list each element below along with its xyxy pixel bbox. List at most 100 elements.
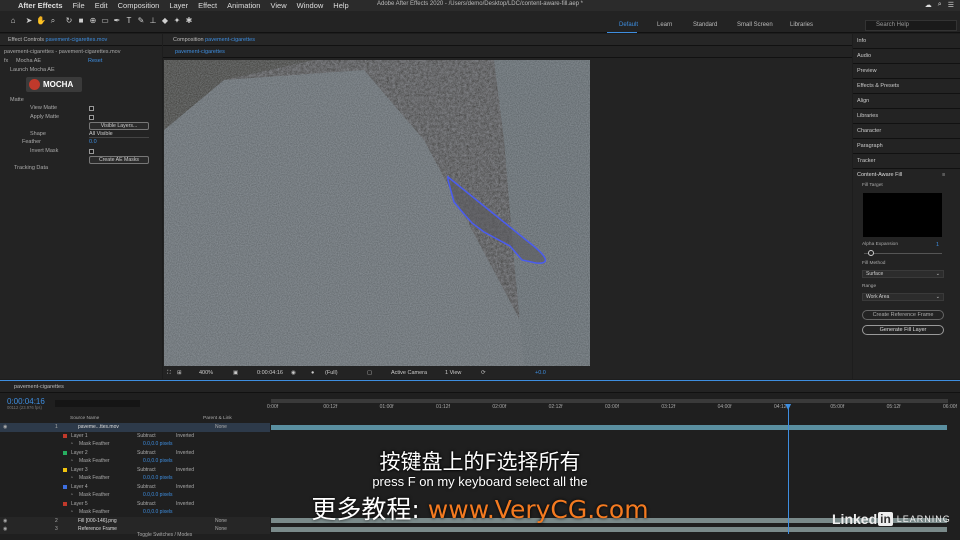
- alpha-expansion-value[interactable]: 1: [936, 242, 939, 248]
- parent-dropdown[interactable]: None: [215, 526, 227, 532]
- range-dropdown[interactable]: Work Area ⌄: [862, 293, 944, 301]
- effect-controls-panel: Effect Controls pavement-cigarettes.mov …: [0, 34, 162, 379]
- mask-name[interactable]: Layer 1: [71, 433, 88, 439]
- panel-character[interactable]: Character: [853, 124, 960, 139]
- pan-behind-tool-icon[interactable]: ⊕: [88, 16, 98, 26]
- composition-subtab[interactable]: pavement-cigarettes: [163, 46, 852, 58]
- panel-paragraph[interactable]: Paragraph: [853, 139, 960, 154]
- time-tick: 01:12f: [436, 404, 450, 410]
- generate-fill-layer-button[interactable]: Generate Fill Layer: [862, 325, 944, 335]
- panel-tracker[interactable]: Tracker: [853, 154, 960, 169]
- always-preview-icon[interactable]: ⛶: [167, 370, 171, 377]
- layer-duration-bar[interactable]: [271, 424, 947, 430]
- workspace-default[interactable]: Default: [619, 22, 638, 28]
- rock-grain: [164, 60, 590, 366]
- workspace-libraries[interactable]: Libraries: [790, 22, 813, 28]
- layer-row[interactable]: ◉ 1 paveme...ttes.mov None: [0, 423, 270, 432]
- feather-value[interactable]: 0.0: [89, 139, 97, 145]
- work-area-bar[interactable]: [271, 399, 948, 403]
- caf-menu-icon[interactable]: ≡: [942, 172, 945, 178]
- zoom-tool-icon[interactable]: ⌕: [48, 16, 58, 26]
- panel-align[interactable]: Align: [853, 94, 960, 109]
- time-tick: 02:12f: [548, 404, 563, 410]
- type-tool-icon[interactable]: T: [124, 16, 134, 26]
- brush-tool-icon[interactable]: ✎: [136, 16, 146, 26]
- create-reference-frame-button[interactable]: Create Reference Frame: [862, 310, 944, 320]
- color-icon[interactable]: ●: [311, 370, 314, 376]
- grid-icon[interactable]: ▣: [233, 370, 238, 376]
- mocha-logo-text: MOCHA: [43, 80, 74, 89]
- render-icon[interactable]: ⟳: [481, 370, 486, 376]
- reset-button[interactable]: Reset: [88, 58, 102, 64]
- workspace-small-screen[interactable]: Small Screen: [737, 22, 773, 28]
- time-tick: 04:00f: [717, 404, 732, 410]
- composition-tab[interactable]: Composition pavement-cigarettes: [163, 34, 852, 46]
- toggle-switches-modes[interactable]: Toggle Switches / Modes: [137, 532, 192, 538]
- views-dropdown[interactable]: 1 View: [445, 370, 461, 376]
- home-icon[interactable]: ⌂: [8, 16, 18, 26]
- timeline-search-input[interactable]: [55, 400, 140, 407]
- panel-info[interactable]: Info: [853, 34, 960, 49]
- panel-preview[interactable]: Preview: [853, 64, 960, 79]
- workspace-standard[interactable]: Standard: [693, 22, 717, 28]
- effect-controls-tab-label: Effect Controls: [8, 37, 44, 43]
- workspace-learn[interactable]: Learn: [657, 22, 672, 28]
- fill-method-dropdown[interactable]: Surface ⌄: [862, 270, 944, 278]
- pen-tool-icon[interactable]: ✒: [112, 16, 122, 26]
- alpha-slider-track[interactable]: [864, 253, 942, 254]
- selection-tool-icon[interactable]: ➤: [24, 16, 34, 26]
- hand-tool-icon[interactable]: ✋: [36, 16, 46, 26]
- apply-matte-checkbox[interactable]: [89, 115, 94, 120]
- layer-row[interactable]: ◉ 3 Reference Frame None: [0, 525, 270, 534]
- panel-libraries[interactable]: Libraries: [853, 109, 960, 124]
- mask-mode-dropdown[interactable]: Subtract: [137, 433, 156, 439]
- fit-icon[interactable]: ⊞: [177, 370, 182, 376]
- effect-source-label: pavement-cigarettes - pavement-cigarette…: [4, 49, 121, 55]
- layer-name[interactable]: Reference Frame: [78, 526, 117, 532]
- watermark-brand: Linked: [832, 511, 878, 527]
- timeline-frame-info: 00112 (23.976 fps): [7, 405, 42, 410]
- mask-row[interactable]: Layer 1 Subtract Inverted: [0, 432, 270, 441]
- effect-controls-tab[interactable]: Effect Controls pavement-cigarettes.mov: [0, 34, 162, 46]
- snapshot-icon[interactable]: ◉: [291, 370, 296, 376]
- eraser-tool-icon[interactable]: ◆: [160, 16, 170, 26]
- layer-name[interactable]: paveme...ttes.mov: [78, 424, 119, 430]
- camera-dropdown[interactable]: Active Camera: [391, 370, 427, 376]
- camera-tool-icon[interactable]: ■: [76, 16, 86, 26]
- visibility-eye-icon[interactable]: ◉: [3, 526, 7, 532]
- subtitle-chinese: 按键盘上的F选择所有: [379, 450, 581, 474]
- shape-dropdown[interactable]: All Visible: [89, 131, 149, 138]
- parent-dropdown[interactable]: None: [215, 424, 227, 430]
- rotate-tool-icon[interactable]: ↻: [64, 16, 74, 26]
- fx-icon[interactable]: fx: [4, 58, 8, 64]
- search-help-input[interactable]: Search Help: [865, 20, 957, 31]
- region-icon[interactable]: ▢: [367, 370, 372, 376]
- view-matte-checkbox[interactable]: [89, 106, 94, 111]
- composition-viewer[interactable]: [164, 60, 590, 366]
- effect-name[interactable]: Mocha AE: [16, 58, 41, 64]
- zoom-dropdown[interactable]: 400%: [199, 370, 213, 376]
- panel-effects-presets[interactable]: Effects & Presets: [853, 79, 960, 94]
- layer-duration-bar[interactable]: [271, 526, 947, 532]
- alpha-slider-handle[interactable]: [868, 250, 874, 256]
- resolution-dropdown[interactable]: (Full): [325, 370, 338, 376]
- mask-inverted-label[interactable]: Inverted: [176, 433, 194, 439]
- visibility-eye-icon[interactable]: ◉: [3, 424, 7, 430]
- visible-layers-button[interactable]: Visible Layers...: [89, 122, 149, 130]
- fill-method-label: Fill Method: [862, 261, 886, 266]
- viewer-timecode[interactable]: 0:00:04:16: [257, 370, 283, 376]
- mocha-logo-button[interactable]: MOCHA: [26, 77, 82, 92]
- invert-mask-checkbox[interactable]: [89, 149, 94, 154]
- rectangle-tool-icon[interactable]: ▭: [100, 16, 110, 26]
- timeline-tab[interactable]: pavement-cigarettes: [0, 381, 960, 393]
- mask-color-swatch: [63, 433, 67, 438]
- watermark-learning: LEARNING: [896, 514, 951, 524]
- exposure-value[interactable]: +0.0: [535, 370, 546, 376]
- alpha-expansion-label: Alpha Expansion: [862, 242, 899, 247]
- clone-stamp-tool-icon[interactable]: ⊥: [148, 16, 158, 26]
- time-tick: 03:00f: [605, 404, 619, 410]
- roto-brush-tool-icon[interactable]: ✦: [172, 16, 182, 26]
- puppet-tool-icon[interactable]: ✱: [184, 16, 194, 26]
- create-ae-masks-button[interactable]: Create AE Masks: [89, 156, 149, 164]
- panel-audio[interactable]: Audio: [853, 49, 960, 64]
